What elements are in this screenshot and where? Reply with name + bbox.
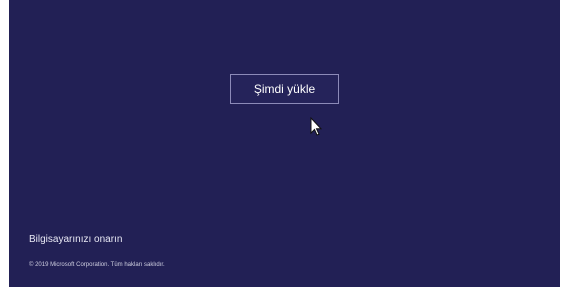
mouse-pointer-icon (310, 117, 322, 136)
install-now-button[interactable]: Şimdi yükle (230, 74, 339, 104)
windows-setup-screen: Şimdi yükle Bilgisayarınızı onarın © 201… (9, 0, 560, 287)
repair-computer-link[interactable]: Bilgisayarınızı onarın (29, 234, 122, 245)
copyright-text: © 2019 Microsoft Corporation. Tüm haklar… (29, 262, 165, 268)
